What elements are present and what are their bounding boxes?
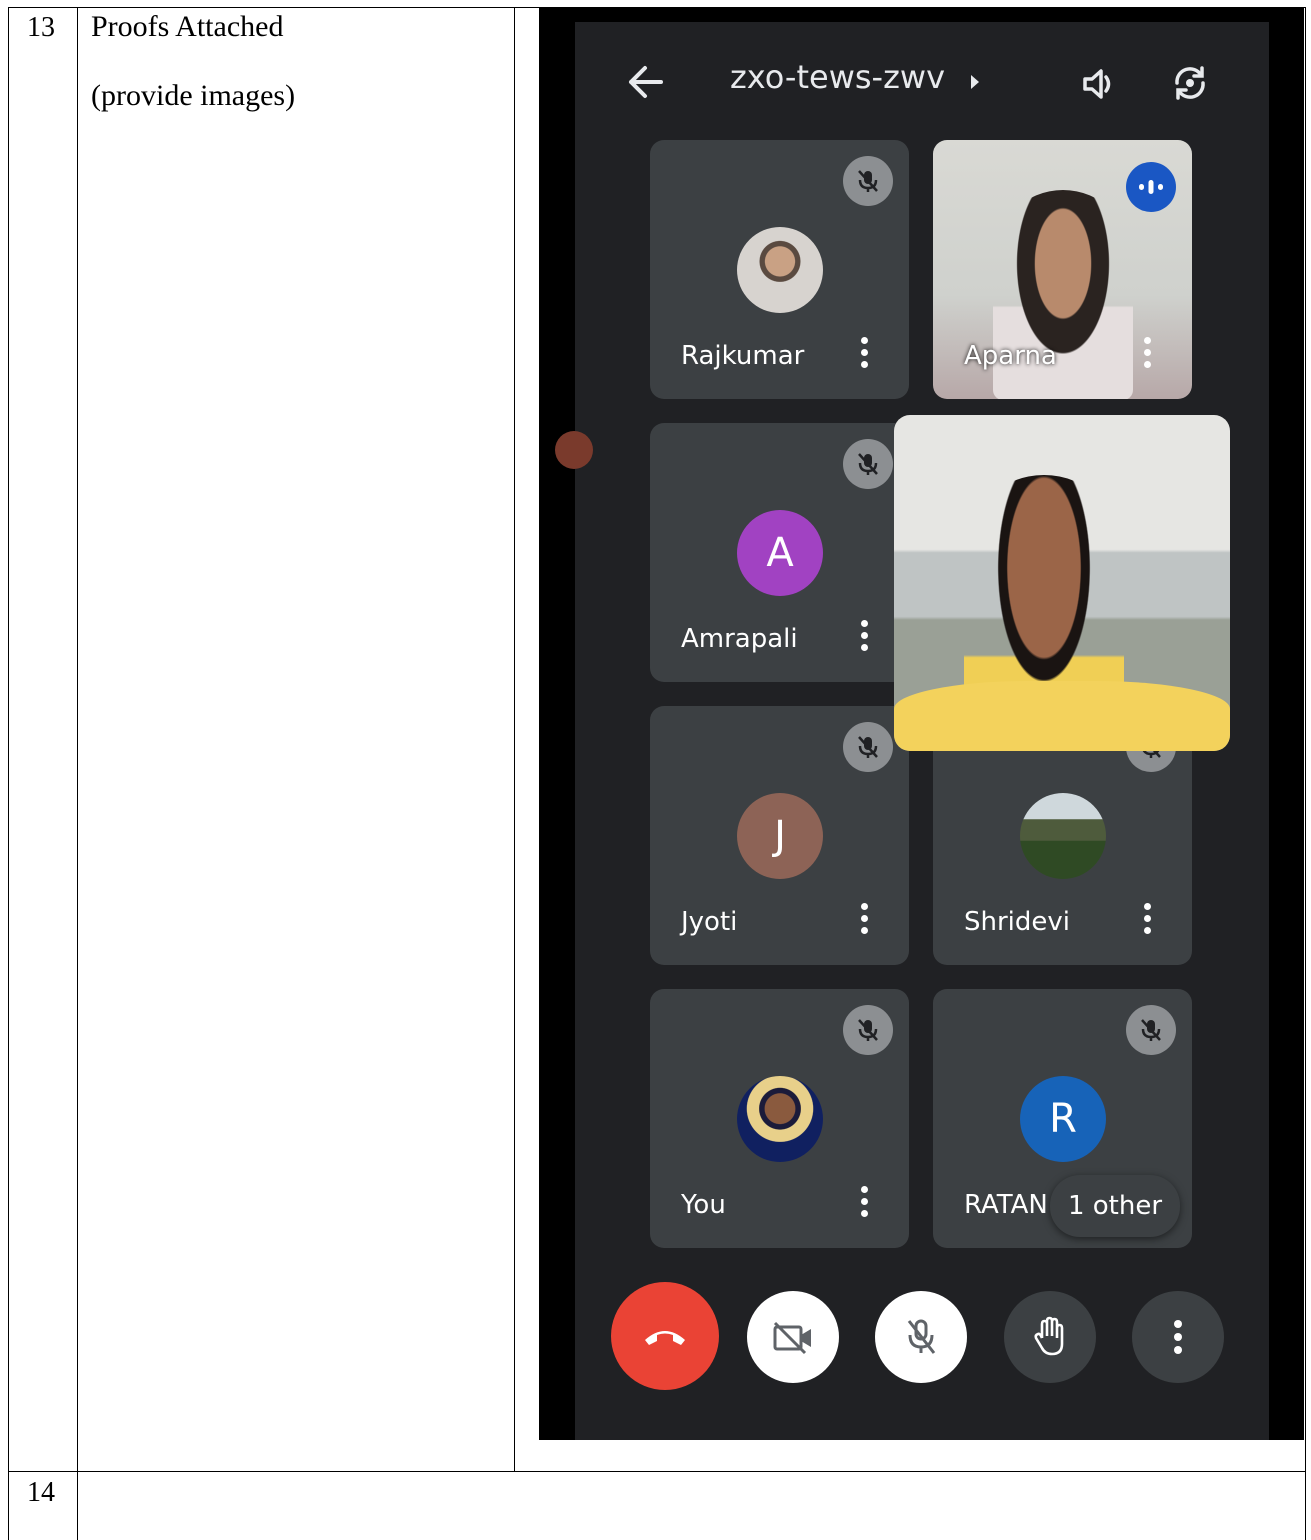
participant-tile-you[interactable]: You	[650, 989, 909, 1248]
avatar-initial: R	[1020, 1076, 1106, 1162]
muted-mic-icon	[843, 156, 893, 206]
participant-tile-aparna[interactable]: Aparna	[933, 140, 1192, 399]
raise-hand-button[interactable]	[1004, 1291, 1096, 1383]
avatar-initial: J	[737, 793, 823, 879]
meet-screen: zxo-tews-zwv Rajkumar Aparna A Amrapali …	[575, 22, 1269, 1440]
more-options-icon[interactable]	[859, 1186, 869, 1222]
camera-off-button[interactable]	[747, 1291, 839, 1383]
participant-tile-jyoti[interactable]: J Jyoti	[650, 706, 909, 965]
muted-mic-icon	[1126, 1005, 1176, 1055]
participant-name: Aparna	[964, 341, 1057, 371]
back-arrow-icon[interactable]	[623, 62, 667, 102]
speaking-indicator-icon	[1126, 162, 1176, 212]
others-badge[interactable]: 1 other	[1050, 1175, 1180, 1237]
row-14-number: 14	[27, 1477, 55, 1508]
avatar-photo	[737, 1076, 823, 1162]
mic-off-button[interactable]	[875, 1291, 967, 1383]
more-options-icon[interactable]	[859, 620, 869, 656]
participant-name: Rajkumar	[681, 341, 805, 371]
muted-mic-icon	[843, 722, 893, 772]
speaker-icon[interactable]	[1077, 62, 1121, 106]
caret-right-icon[interactable]	[967, 70, 983, 94]
switch-camera-icon[interactable]	[1167, 60, 1213, 106]
partial-tile-edge	[555, 431, 593, 469]
avatar-photo	[1020, 793, 1106, 879]
more-options-icon[interactable]	[1142, 337, 1152, 373]
self-view-shirt	[894, 681, 1230, 751]
row-13-subtitle: (provide images)	[91, 79, 296, 112]
muted-mic-icon	[843, 439, 893, 489]
participant-name: Amrapali	[681, 624, 798, 654]
more-options-icon[interactable]	[859, 903, 869, 939]
self-view[interactable]	[894, 415, 1230, 751]
participant-name: You	[681, 1190, 726, 1220]
participant-name: RATAN	[964, 1190, 1048, 1220]
room-code[interactable]: zxo-tews-zwv	[730, 58, 945, 96]
avatar-photo	[737, 227, 823, 313]
end-call-button[interactable]	[611, 1282, 719, 1390]
row-13-number: 13	[27, 12, 55, 43]
participant-name: Shridevi	[964, 907, 1071, 937]
table-right-border	[1305, 7, 1306, 1540]
table-row-divider	[8, 1471, 1306, 1472]
table-col-divider-2	[514, 7, 515, 1471]
participant-tile-rajkumar[interactable]: Rajkumar	[650, 140, 909, 399]
participant-tile-amrapali[interactable]: A Amrapali	[650, 423, 909, 682]
table-col-divider-1	[77, 7, 78, 1540]
meet-top-bar: zxo-tews-zwv	[575, 22, 1269, 132]
meet-screenshot: zxo-tews-zwv Rajkumar Aparna A Amrapali …	[539, 7, 1304, 1440]
more-options-icon[interactable]	[1142, 903, 1152, 939]
participant-name: Jyoti	[681, 907, 738, 937]
muted-mic-icon	[843, 1005, 893, 1055]
more-options-icon[interactable]	[859, 337, 869, 373]
more-options-button[interactable]	[1132, 1291, 1224, 1383]
avatar-initial: A	[737, 510, 823, 596]
table-left-border	[8, 7, 9, 1540]
row-13-title: Proofs Attached	[91, 10, 284, 43]
